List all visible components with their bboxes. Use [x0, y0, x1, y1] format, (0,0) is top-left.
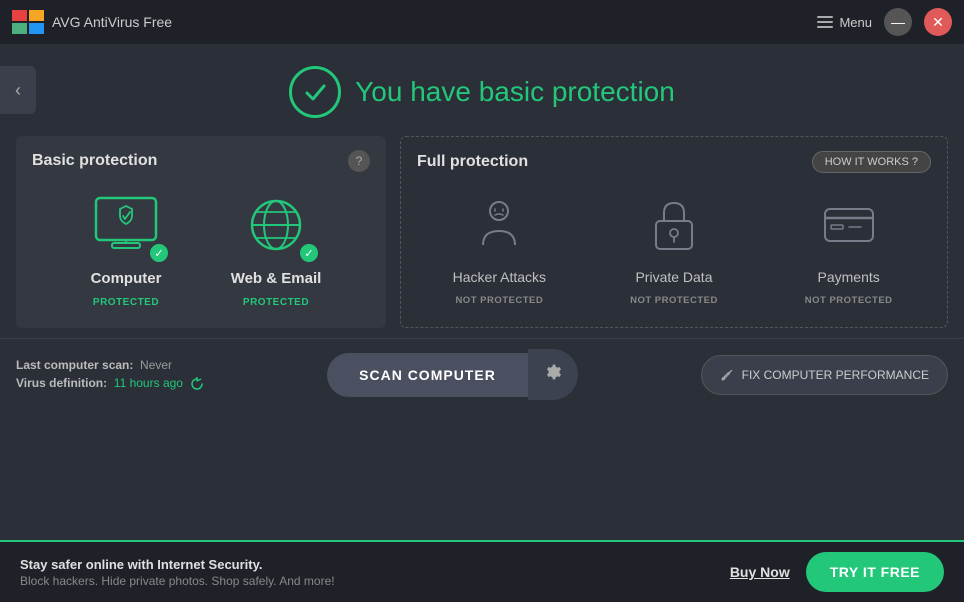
payments-name: Payments	[818, 269, 880, 285]
private-data-status: NOT PROTECTED	[630, 295, 718, 306]
back-button[interactable]: ‹	[0, 66, 36, 114]
title-bar-controls: Menu — ✕	[817, 8, 952, 36]
web-email-item-status: PROTECTED	[243, 297, 309, 308]
hacker-attacks-status: NOT PROTECTED	[455, 295, 543, 306]
buy-now-button[interactable]: Buy Now	[730, 564, 790, 580]
full-panel-header: Full protection HOW IT WORKS ?	[417, 151, 931, 173]
last-scan-value: Never	[140, 358, 172, 372]
scan-computer-button[interactable]: SCAN COMPUTER	[327, 353, 528, 397]
private-data-icon	[639, 191, 709, 259]
web-email-item-name: Web & Email	[231, 270, 322, 287]
web-email-item[interactable]: ✓ Web & Email PROTECTED	[211, 190, 341, 308]
virus-def-value: 11 hours ago	[114, 376, 183, 390]
header-area: ‹ You have basic protection	[0, 44, 964, 136]
banner-subtitle: Block hackers. Hide private photos. Shop…	[20, 574, 335, 588]
payments-icon	[814, 191, 884, 259]
hacker-attacks-name: Hacker Attacks	[453, 269, 546, 285]
basic-panel-title: Basic protection	[32, 152, 157, 170]
payments-item[interactable]: Payments NOT PROTECTED	[794, 191, 904, 306]
status-title: You have basic protection	[355, 76, 675, 108]
refresh-icon[interactable]	[190, 377, 204, 391]
title-bar: AVG AntiVirus Free Menu — ✕	[0, 0, 964, 44]
banner-title: Stay safer online with Internet Security…	[20, 557, 335, 572]
web-email-check-badge: ✓	[298, 242, 320, 264]
payments-status: NOT PROTECTED	[805, 295, 893, 306]
bottom-banner: Stay safer online with Internet Security…	[0, 540, 964, 602]
how-it-works-button[interactable]: HOW IT WORKS ?	[812, 151, 931, 173]
hacker-attacks-item[interactable]: Hacker Attacks NOT PROTECTED	[444, 191, 554, 306]
computer-item[interactable]: ✓ Computer PROTECTED	[61, 190, 191, 308]
wrench-icon	[720, 368, 734, 382]
basic-help-button[interactable]: ?	[348, 150, 370, 172]
computer-item-name: Computer	[91, 270, 162, 287]
banner-text: Stay safer online with Internet Security…	[20, 557, 335, 588]
title-bar-left: AVG AntiVirus Free	[12, 10, 172, 34]
virus-def-text: Virus definition: 11 hours ago	[16, 376, 204, 391]
menu-label: Menu	[839, 15, 872, 30]
main-content: Basic protection ? ✓ Computer	[0, 136, 964, 328]
private-data-name: Private Data	[635, 269, 712, 285]
app-title: AVG AntiVirus Free	[52, 14, 172, 30]
hacker-attacks-icon	[464, 191, 534, 259]
banner-actions: Buy Now TRY IT FREE	[730, 552, 944, 592]
try-free-button[interactable]: TRY IT FREE	[806, 552, 944, 592]
scan-info: Last computer scan: Never Virus definiti…	[16, 358, 204, 391]
scan-settings-button[interactable]	[528, 349, 578, 400]
full-panel-title: Full protection	[417, 153, 528, 171]
minimize-button[interactable]: —	[884, 8, 912, 36]
menu-button[interactable]: Menu	[817, 15, 872, 30]
scan-buttons: SCAN COMPUTER	[327, 349, 578, 400]
computer-check-badge: ✓	[148, 242, 170, 264]
virus-def-label: Virus definition:	[16, 376, 107, 390]
full-protection-panel: Full protection HOW IT WORKS ?	[400, 136, 948, 328]
fix-performance-button[interactable]: FIX COMPUTER PERFORMANCE	[701, 355, 948, 395]
scan-bar: Last computer scan: Never Virus definiti…	[0, 338, 964, 412]
private-data-item[interactable]: Private Data NOT PROTECTED	[619, 191, 729, 306]
computer-icon-wrapper: ✓	[86, 190, 166, 260]
basic-items: ✓ Computer PROTECTED ✓ Web & E	[32, 190, 370, 308]
basic-panel-header: Basic protection ?	[32, 150, 370, 172]
avg-logo	[12, 10, 44, 34]
computer-item-status: PROTECTED	[93, 297, 159, 308]
header-status: You have basic protection	[289, 66, 675, 118]
web-email-icon-wrapper: ✓	[236, 190, 316, 260]
full-items: Hacker Attacks NOT PROTECTED Private Dat…	[417, 191, 931, 306]
close-button[interactable]: ✕	[924, 8, 952, 36]
fix-btn-label: FIX COMPUTER PERFORMANCE	[742, 368, 929, 382]
basic-protection-panel: Basic protection ? ✓ Computer	[16, 136, 386, 328]
last-scan-text: Last computer scan: Never	[16, 358, 204, 372]
status-icon	[289, 66, 341, 118]
last-scan-label: Last computer scan:	[16, 358, 133, 372]
